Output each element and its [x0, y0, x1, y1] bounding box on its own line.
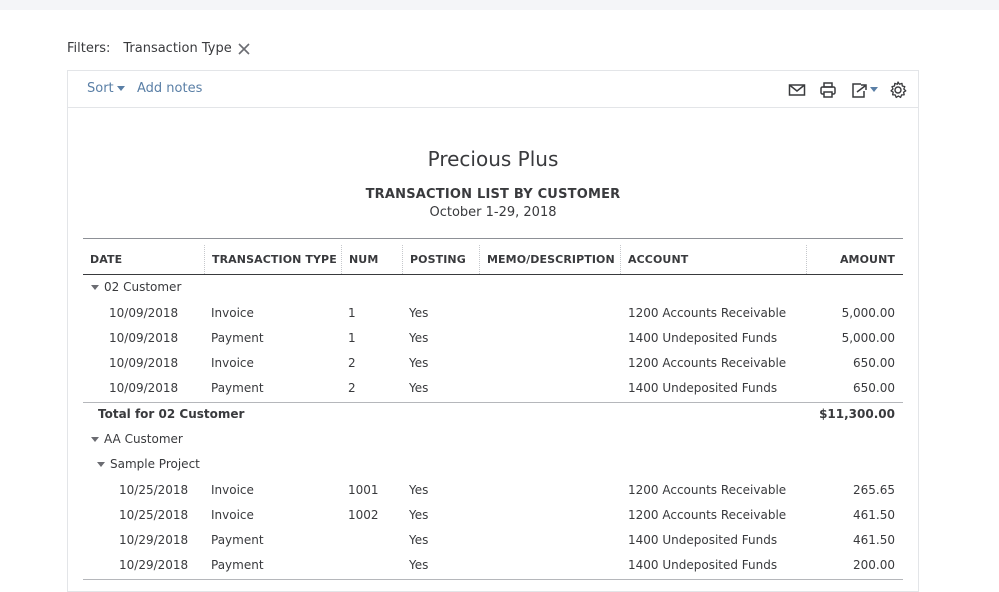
header-top-rule	[83, 238, 903, 239]
cell-amount: 461.50	[853, 533, 895, 547]
column-header-posting[interactable]: POSTING	[410, 253, 466, 266]
cell-account: 1400 Undeposited Funds	[628, 558, 778, 572]
cell-num: 1	[348, 306, 356, 320]
cell-transaction-type[interactable]: Payment	[211, 381, 264, 395]
add-notes-button[interactable]: Add notes	[137, 81, 202, 96]
cell-transaction-type[interactable]: Payment	[211, 331, 264, 345]
cell-transaction-type[interactable]: Invoice	[211, 508, 254, 522]
chevron-down-icon	[97, 461, 105, 467]
cell-date: 10/09/2018	[109, 356, 179, 370]
cell-transaction-type[interactable]: Payment	[211, 533, 264, 547]
close-icon[interactable]	[237, 42, 251, 56]
group-name: AA Customer	[104, 432, 183, 446]
cell-amount: 650.00	[853, 381, 895, 395]
cell-posting: Yes	[409, 558, 429, 572]
column-header-account[interactable]: ACCOUNT	[628, 253, 688, 266]
cell-amount: 200.00	[853, 558, 895, 572]
report-panel: Sort Add notes Precious Plus TRANSACTION…	[67, 70, 919, 592]
column-divider[interactable]	[402, 245, 403, 274]
cell-amount: 461.50	[853, 508, 895, 522]
cell-account: 1200 Accounts Receivable	[628, 356, 787, 370]
column-header-num[interactable]: NUM	[349, 253, 378, 266]
report-title: TRANSACTION LIST BY CUSTOMER	[365, 187, 621, 202]
cell-date: 10/09/2018	[109, 381, 179, 395]
column-divider[interactable]	[620, 245, 621, 274]
report-toolbar: Sort Add notes	[68, 71, 918, 108]
cell-transaction-type[interactable]: Invoice	[211, 306, 254, 320]
chevron-down-icon	[116, 86, 125, 91]
cell-num: 1001	[348, 483, 379, 497]
group-name: 02 Customer	[104, 280, 182, 294]
cell-date: 10/29/2018	[119, 558, 189, 572]
cell-num: 2	[348, 356, 356, 370]
column-divider[interactable]	[204, 245, 205, 274]
cell-account: 1400 Undeposited Funds	[628, 331, 778, 345]
subgroup-row-sample-project[interactable]: Sample Project	[97, 457, 200, 471]
cell-posting: Yes	[409, 533, 429, 547]
sort-label: Sort	[87, 81, 114, 96]
chevron-down-icon	[91, 284, 99, 290]
cell-account: 1200 Accounts Receivable	[628, 508, 787, 522]
subgroup-name: Sample Project	[110, 457, 200, 471]
filters-bar: Filters: Transaction Type	[67, 38, 251, 58]
cell-posting: Yes	[409, 508, 429, 522]
gear-icon[interactable]	[888, 80, 908, 100]
filters-label: Filters:	[67, 40, 111, 56]
sort-button[interactable]: Sort	[87, 81, 125, 96]
chevron-down-icon	[91, 436, 99, 442]
cell-account: 1200 Accounts Receivable	[628, 483, 787, 497]
cell-amount: 5,000.00	[841, 331, 895, 345]
cell-amount: 5,000.00	[841, 306, 895, 320]
cell-posting: Yes	[409, 483, 429, 497]
group-row-02-customer[interactable]: 02 Customer	[91, 280, 181, 294]
cell-posting: Yes	[409, 381, 429, 395]
cell-amount: 265.65	[853, 483, 895, 497]
group-total-value[interactable]: $11,300.00	[775, 407, 895, 421]
column-divider[interactable]	[479, 245, 480, 274]
cell-transaction-type[interactable]: Invoice	[211, 483, 254, 497]
cell-date: 10/09/2018	[109, 331, 179, 345]
print-icon[interactable]	[818, 80, 838, 100]
filter-chip-transaction-type[interactable]: Transaction Type	[123, 41, 231, 56]
top-bar	[0, 0, 999, 10]
cell-account: 1200 Accounts Receivable	[628, 306, 787, 320]
report-date-range: October 1-29, 2018	[429, 205, 557, 220]
cell-posting: Yes	[409, 356, 429, 370]
cell-posting: Yes	[409, 331, 429, 345]
row-divider	[83, 579, 903, 580]
cell-date: 10/25/2018	[119, 508, 189, 522]
column-divider[interactable]	[341, 245, 342, 274]
cell-transaction-type[interactable]: Payment	[211, 558, 264, 572]
cell-account: 1400 Undeposited Funds	[628, 533, 778, 547]
cell-posting: Yes	[409, 306, 429, 320]
cell-num: 1002	[348, 508, 379, 522]
group-row-aa-customer[interactable]: AA Customer	[91, 432, 183, 446]
export-icon[interactable]	[849, 80, 883, 100]
cell-date: 10/29/2018	[119, 533, 189, 547]
column-header-transaction-type[interactable]: TRANSACTION TYPE	[212, 253, 337, 266]
cell-num: 2	[348, 381, 356, 395]
header-bottom-rule	[83, 274, 903, 275]
cell-date: 10/25/2018	[119, 483, 189, 497]
group-total-label: Total for 02 Customer	[98, 407, 245, 421]
column-header-date[interactable]: DATE	[90, 253, 122, 266]
email-icon[interactable]	[787, 80, 807, 100]
company-name: Precious Plus	[427, 147, 559, 171]
cell-num: 1	[348, 331, 356, 345]
cell-account: 1400 Undeposited Funds	[628, 381, 778, 395]
column-header-memo[interactable]: MEMO/DESCRIPTION	[487, 253, 615, 266]
cell-amount: 650.00	[853, 356, 895, 370]
cell-date: 10/09/2018	[109, 306, 179, 320]
cell-transaction-type[interactable]: Invoice	[211, 356, 254, 370]
total-rule	[83, 402, 903, 403]
column-header-amount[interactable]: AMOUNT	[775, 253, 895, 266]
